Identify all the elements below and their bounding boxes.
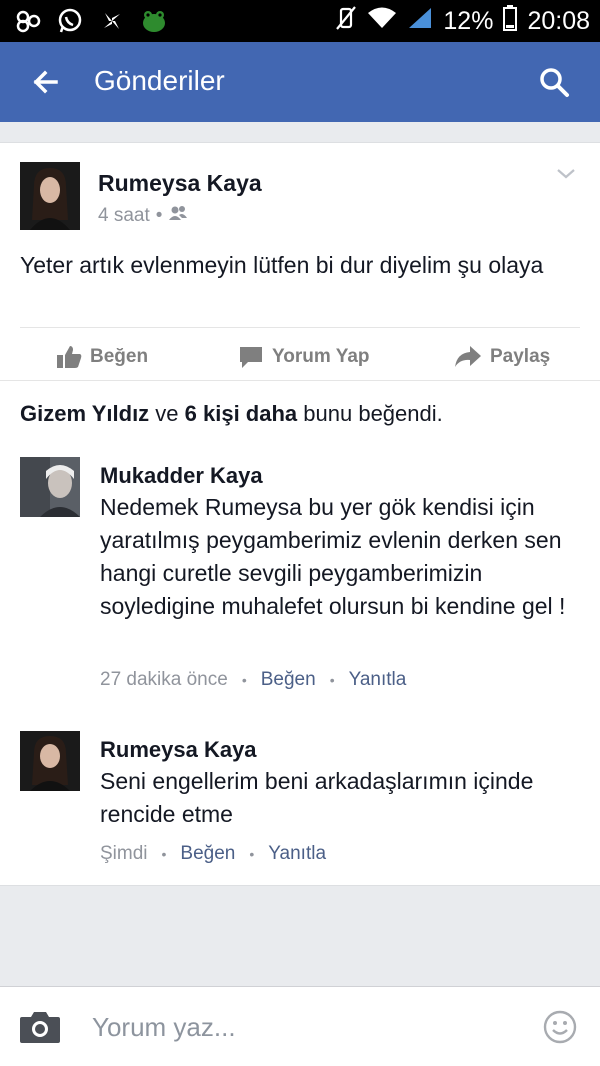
divider: [20, 327, 580, 328]
profile-photo: [20, 457, 80, 517]
share-label: Paylaş: [490, 346, 551, 367]
comment-reply-link[interactable]: Yanıtla: [349, 669, 407, 691]
battery-icon: [503, 4, 518, 38]
like-button[interactable]: Beğen: [56, 339, 148, 375]
comment-author[interactable]: Rumeysa Kaya: [100, 737, 257, 763]
whatsapp-icon: [56, 7, 84, 35]
comment-time: 27 dakika önce: [100, 669, 228, 690]
gesture-icon: [14, 7, 42, 35]
wifi-icon: [367, 6, 397, 37]
smiley-icon: [543, 1010, 577, 1044]
likes-others[interactable]: 6 kişi daha: [185, 401, 298, 426]
likes-suffix: bunu beğendi.: [297, 401, 443, 426]
camera-button[interactable]: [18, 1009, 62, 1045]
comment-input[interactable]: [92, 1005, 512, 1049]
meta-dot: •: [155, 205, 163, 226]
avatar[interactable]: [20, 457, 80, 517]
comment-button[interactable]: Yorum Yap: [238, 339, 370, 375]
share-button[interactable]: Paylaş: [454, 339, 550, 375]
comment-meta: Şimdi • Beğen • Yanıtla: [100, 843, 326, 865]
pinwheel-icon: [98, 7, 126, 35]
comment-item: Rumeysa Kaya Seni engellerim beni arkada…: [0, 729, 600, 869]
system-status: 12% 20:08: [335, 4, 590, 38]
chevron-down-icon: [557, 169, 575, 179]
thumbs-up-icon: [57, 346, 82, 368]
comment-like-link[interactable]: Beğen: [261, 669, 316, 691]
meta-dot: •: [249, 846, 255, 862]
comment-composer: [0, 986, 600, 1066]
comment-like-link[interactable]: Beğen: [180, 843, 235, 865]
post-author[interactable]: Rumeysa Kaya: [98, 170, 262, 197]
search-icon: [540, 68, 569, 97]
notification-icons: [14, 6, 168, 36]
like-label: Beğen: [90, 346, 149, 367]
avatar[interactable]: [20, 731, 80, 791]
comment-time: Şimdi: [100, 843, 148, 864]
post-time[interactable]: 4 saat: [98, 205, 150, 227]
post-options-button[interactable]: [554, 163, 578, 183]
comment-text: Nedemek Rumeysa bu yer gök kendisi için …: [100, 494, 566, 619]
meta-dot: •: [329, 672, 335, 688]
sticker-button[interactable]: [542, 1009, 578, 1045]
post-text: Yeter artık evlenmeyin lütfen bi dur diy…: [20, 252, 544, 278]
likes-and: ve: [149, 401, 185, 426]
search-button[interactable]: [534, 62, 574, 102]
camera-icon: [20, 1012, 60, 1043]
meta-dot: •: [241, 672, 247, 688]
liker-name[interactable]: Gizem Yıldız: [20, 401, 149, 426]
frog-icon: [140, 7, 168, 35]
likes-summary[interactable]: Gizem Yıldız ve 6 kişi daha bunu beğendi…: [20, 401, 443, 427]
divider: [0, 380, 600, 381]
vibrate-off-icon: [335, 5, 357, 38]
friends-icon: [168, 205, 188, 227]
arrow-left-icon: [33, 70, 58, 94]
comment-meta: 27 dakika önce • Beğen • Yanıtla: [100, 669, 406, 691]
avatar[interactable]: [20, 162, 80, 230]
meta-dot: •: [161, 846, 167, 862]
share-arrow-icon: [455, 346, 481, 367]
profile-photo: [20, 162, 80, 230]
page-title: Gönderiler: [94, 65, 225, 96]
battery-percent: 12%: [443, 6, 494, 35]
comment-label: Yorum Yap: [272, 346, 370, 367]
app-header: Gönderiler: [0, 42, 600, 122]
post-meta: 4 saat •: [98, 205, 188, 227]
post-card: Rumeysa Kaya 4 saat • Yeter artık evlenm…: [0, 142, 600, 886]
comment-reply-link[interactable]: Yanıtla: [268, 843, 326, 865]
clock: 20:08: [527, 6, 590, 35]
status-bar: 12% 20:08: [0, 0, 600, 42]
comment-icon: [240, 347, 262, 368]
comment-item: Mukadder Kaya Nedemek Rumeysa bu yer gök…: [0, 455, 600, 695]
profile-photo: [20, 731, 80, 791]
back-button[interactable]: [26, 62, 66, 102]
signal-icon: [407, 6, 433, 37]
comment-text: Seni engellerim beni arkadaşlarımın için…: [100, 768, 534, 827]
comment-author[interactable]: Mukadder Kaya: [100, 463, 263, 489]
